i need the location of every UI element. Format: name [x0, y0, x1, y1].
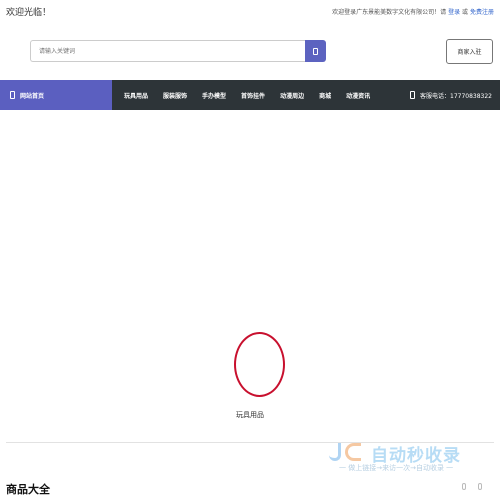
welcome-text: 欢迎光临！ — [6, 7, 52, 18]
carousel-controls — [462, 483, 494, 490]
nav-item-jewelry[interactable]: 首饰挂件 — [241, 91, 265, 100]
login-link[interactable]: 登录 — [448, 9, 460, 16]
service-phone: 客服电话：17770838322 — [420, 92, 492, 100]
phone-icon — [410, 91, 415, 99]
merchant-join-button[interactable]: 商家入驻 — [446, 39, 493, 64]
category-image-placeholder — [234, 332, 285, 397]
nav-item-anime-merch[interactable]: 动漫周边 — [280, 91, 304, 100]
category-card[interactable]: 玩具用品 — [6, 310, 494, 443]
greeting-text: 欢迎登录广东景能美数字文化有限公司！请 — [332, 8, 447, 16]
nav-item-anime-news[interactable]: 动漫资讯 — [346, 91, 370, 100]
nav-home-label: 网站首页 — [20, 92, 45, 100]
section-title: 商品大全 — [6, 483, 50, 496]
watermark: 自动秒收录 一 做上链接→来访一次→自动收录 一 — [329, 441, 489, 477]
nav-home[interactable]: 网站首页 — [0, 80, 112, 110]
watermark-subtitle: 一 做上链接→来访一次→自动收录 一 — [339, 464, 454, 472]
top-bar: 欢迎光临！ 欢迎登录广东景能美数字文化有限公司！请 登录 或 免费注册 — [0, 0, 500, 22]
nav-item-mall[interactable]: 商城 — [319, 91, 331, 100]
nav-item-toys[interactable]: 玩具用品 — [124, 91, 148, 100]
nav-item-figures[interactable]: 手办模型 — [202, 91, 226, 100]
login-prompt: 欢迎登录广东景能美数字文化有限公司！请 登录 或 免费注册 — [332, 7, 494, 16]
nav-items: 玩具用品 服装服饰 手办模型 首饰挂件 动漫周边 商城 动漫资讯 — [124, 91, 385, 100]
nav-item-apparel[interactable]: 服装服饰 — [163, 91, 187, 100]
search-button[interactable] — [305, 40, 326, 62]
main-nav: 网站首页 玩具用品 服装服饰 手办模型 首饰挂件 动漫周边 商城 动漫资讯 客服… — [0, 80, 500, 110]
category-label: 玩具用品 — [236, 411, 264, 419]
watermark-logo — [329, 441, 369, 463]
search-bar — [30, 40, 326, 62]
search-input[interactable] — [30, 40, 305, 62]
register-link[interactable]: 免费注册 — [470, 9, 494, 16]
carousel-next-button[interactable] — [478, 483, 482, 490]
search-icon — [313, 47, 318, 55]
or-text: 或 — [462, 8, 469, 16]
menu-icon — [10, 91, 15, 99]
customer-service: 客服电话：17770838322 — [410, 80, 492, 110]
carousel-prev-button[interactable] — [462, 483, 466, 490]
